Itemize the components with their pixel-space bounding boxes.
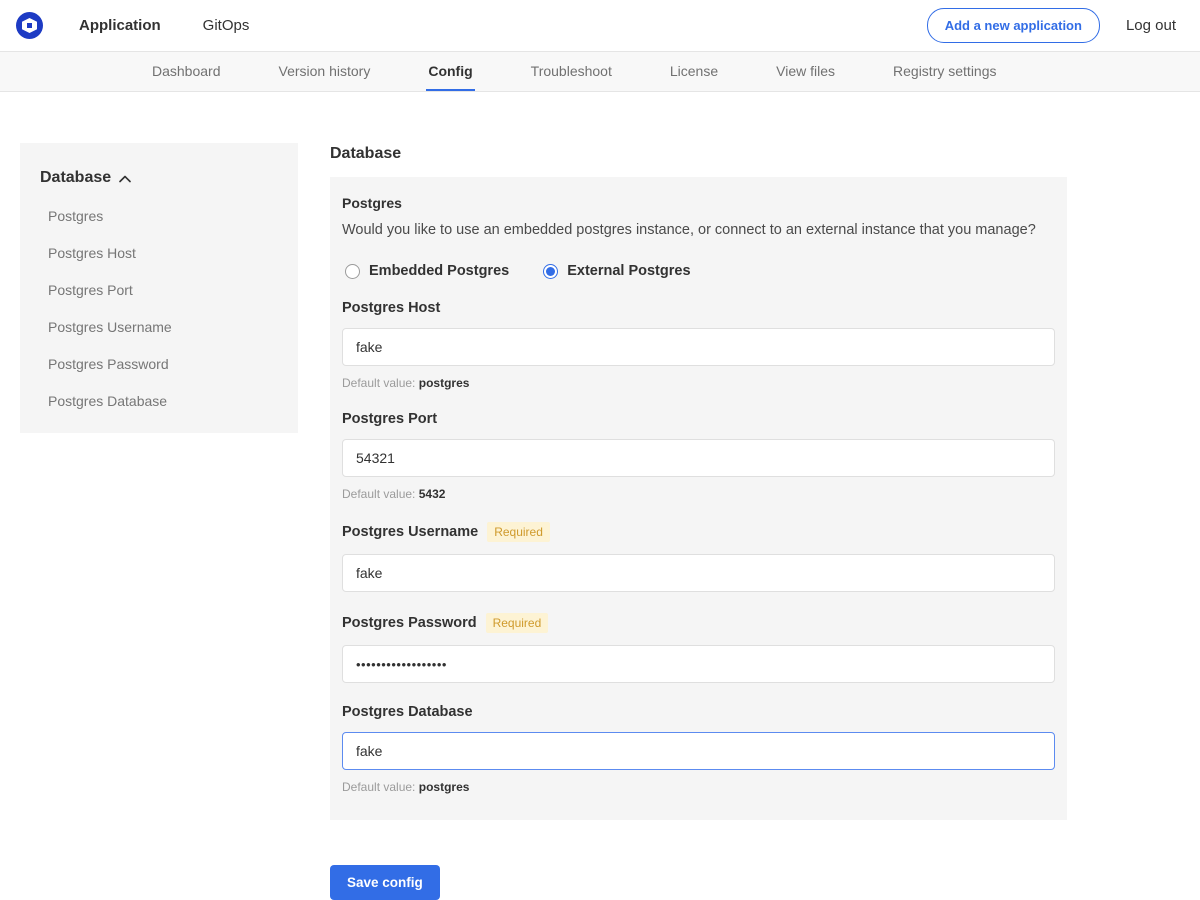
- top-header: Application GitOps Add a new application…: [0, 0, 1200, 52]
- subnav-tab-registry-settings[interactable]: Registry settings: [891, 52, 998, 91]
- field-label: Postgres Password: [342, 615, 477, 631]
- radio-label: Embedded Postgres: [369, 263, 509, 279]
- radio-checked-icon: [543, 264, 558, 279]
- app-logo-icon: [16, 12, 43, 39]
- default-value-hint: Default value: postgres: [342, 376, 1055, 390]
- group-help-text: Would you like to use an embedded postgr…: [342, 220, 1055, 240]
- subnav-tab-dashboard[interactable]: Dashboard: [150, 52, 223, 91]
- radio-external-postgres[interactable]: External Postgres: [543, 263, 690, 279]
- sidebar-item-postgres[interactable]: Postgres: [48, 208, 278, 224]
- tab-gitops[interactable]: GitOps: [203, 0, 250, 51]
- top-nav: Application GitOps: [79, 0, 249, 51]
- radio-unchecked-icon: [345, 264, 360, 279]
- subnav-tab-troubleshoot[interactable]: Troubleshoot: [529, 52, 614, 91]
- field-label: Postgres Host: [342, 300, 440, 316]
- field-postgres-password: Postgres Password Required: [342, 613, 1055, 683]
- default-value-hint: Default value: 5432: [342, 487, 1055, 501]
- app-subnav: Dashboard Version history Config Trouble…: [0, 52, 1200, 92]
- tab-application[interactable]: Application: [79, 0, 161, 51]
- logout-link[interactable]: Log out: [1126, 17, 1176, 34]
- field-postgres-port: Postgres Port Default value: 5432: [342, 411, 1055, 501]
- default-value: 5432: [419, 487, 446, 501]
- subnav-tab-license[interactable]: License: [668, 52, 720, 91]
- add-application-button[interactable]: Add a new application: [927, 8, 1100, 43]
- default-label: Default value:: [342, 376, 415, 390]
- sidebar-item-postgres-host[interactable]: Postgres Host: [48, 245, 278, 261]
- subnav-tab-config[interactable]: Config: [426, 52, 474, 91]
- sidebar-item-postgres-port[interactable]: Postgres Port: [48, 282, 278, 298]
- required-badge: Required: [486, 613, 549, 633]
- sidebar-group-database[interactable]: Database: [40, 169, 278, 187]
- postgres-port-input[interactable]: [342, 439, 1055, 477]
- radio-embedded-postgres[interactable]: Embedded Postgres: [345, 263, 509, 279]
- page-title: Database: [330, 145, 1067, 163]
- group-title: Postgres: [342, 195, 1055, 211]
- sidebar-item-postgres-username[interactable]: Postgres Username: [48, 319, 278, 335]
- sidebar-item-postgres-password[interactable]: Postgres Password: [48, 356, 278, 372]
- chevron-up-icon: [119, 175, 131, 183]
- config-main: Database Postgres Would you like to use …: [330, 143, 1067, 900]
- subnav-tab-version-history[interactable]: Version history: [277, 52, 373, 91]
- postgres-database-input[interactable]: [342, 732, 1055, 770]
- default-value: postgres: [419, 780, 470, 794]
- default-value-hint: Default value: postgres: [342, 780, 1055, 794]
- subnav-tab-view-files[interactable]: View files: [774, 52, 837, 91]
- postgres-username-input[interactable]: [342, 554, 1055, 592]
- postgres-mode-radio-group: Embedded Postgres External Postgres: [345, 263, 1055, 279]
- required-badge: Required: [487, 522, 550, 542]
- field-label: Postgres Database: [342, 704, 473, 720]
- config-sidebar: Database Postgres Postgres Host Postgres…: [20, 143, 298, 433]
- save-config-button[interactable]: Save config: [330, 865, 440, 900]
- config-page: Database Postgres Postgres Host Postgres…: [0, 92, 1200, 900]
- sidebar-group-label: Database: [40, 169, 111, 187]
- logo-glyph: [22, 18, 37, 33]
- field-label: Postgres Username: [342, 524, 478, 540]
- sidebar-item-postgres-database[interactable]: Postgres Database: [48, 393, 278, 409]
- config-group-database: Postgres Would you like to use an embedd…: [330, 177, 1067, 820]
- postgres-password-input[interactable]: [342, 645, 1055, 683]
- default-label: Default value:: [342, 780, 415, 794]
- field-postgres-host: Postgres Host Default value: postgres: [342, 300, 1055, 390]
- field-postgres-database: Postgres Database Default value: postgre…: [342, 704, 1055, 794]
- default-label: Default value:: [342, 487, 415, 501]
- postgres-host-input[interactable]: [342, 328, 1055, 366]
- field-label: Postgres Port: [342, 411, 437, 427]
- default-value: postgres: [419, 376, 470, 390]
- field-postgres-username: Postgres Username Required: [342, 522, 1055, 592]
- radio-label: External Postgres: [567, 263, 690, 279]
